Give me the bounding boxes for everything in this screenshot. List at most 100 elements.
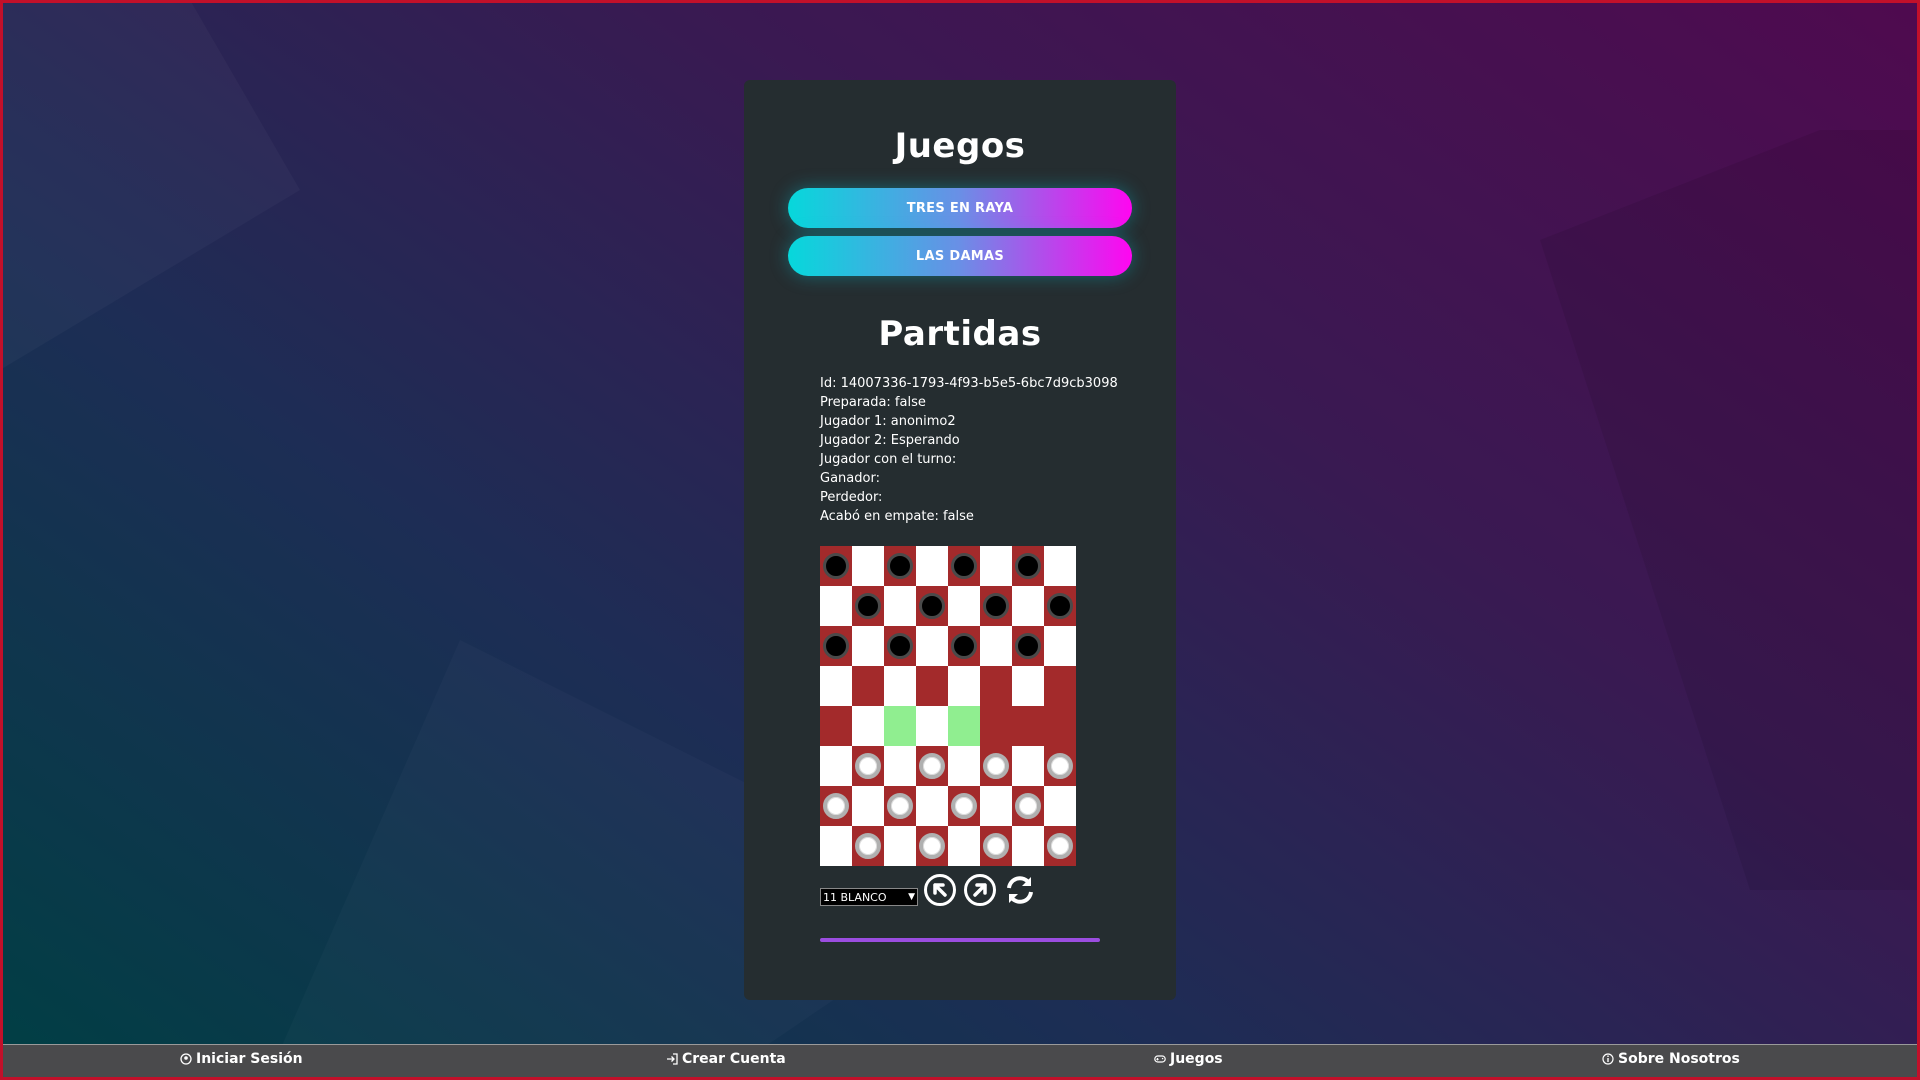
board-square[interactable] [1044,786,1076,826]
board-square[interactable] [884,786,916,826]
black-piece[interactable] [1047,593,1073,619]
board-square[interactable] [948,546,980,586]
board-square[interactable] [948,706,980,746]
board-square[interactable] [980,626,1012,666]
board-square[interactable] [1044,706,1076,746]
board-square[interactable] [948,786,980,826]
board-square[interactable] [916,786,948,826]
black-piece[interactable] [887,633,913,659]
board-square[interactable] [852,706,884,746]
white-piece[interactable] [855,833,881,859]
move-select[interactable]: 11 BLANCO ▼ [820,888,918,906]
board-square[interactable] [884,746,916,786]
board-square[interactable] [884,626,916,666]
white-piece[interactable] [1047,833,1073,859]
board-square[interactable] [1044,586,1076,626]
nav-login[interactable]: Iniciar Sesión [180,1051,303,1067]
nav-about-us[interactable]: Sobre Nosotros [1602,1051,1740,1067]
board-square[interactable] [916,706,948,746]
black-piece[interactable] [823,553,849,579]
board-square[interactable] [852,586,884,626]
board-square[interactable] [820,826,852,866]
las-damas-button[interactable]: LAS DAMAS [788,236,1132,276]
board-square[interactable] [1044,746,1076,786]
nav-games[interactable]: Juegos [1154,1051,1223,1067]
board-square[interactable] [820,666,852,706]
board-square[interactable] [980,826,1012,866]
board-square[interactable] [1012,546,1044,586]
board-square[interactable] [916,586,948,626]
white-piece[interactable] [823,793,849,819]
board-square[interactable] [948,666,980,706]
board-square[interactable] [820,546,852,586]
white-piece[interactable] [919,753,945,779]
board-square[interactable] [916,826,948,866]
board-square[interactable] [852,746,884,786]
white-piece[interactable] [887,793,913,819]
board-square[interactable] [884,826,916,866]
black-piece[interactable] [919,593,945,619]
white-piece[interactable] [1047,753,1073,779]
white-piece[interactable] [983,833,1009,859]
arrow-up-left-circle-icon[interactable] [922,872,958,908]
board-square[interactable] [1012,586,1044,626]
board-square[interactable] [1044,626,1076,666]
board-square[interactable] [916,666,948,706]
board-square[interactable] [1044,546,1076,586]
white-piece[interactable] [983,753,1009,779]
board-square[interactable] [820,786,852,826]
board-square[interactable] [1012,826,1044,866]
white-piece[interactable] [919,833,945,859]
black-piece[interactable] [855,593,881,619]
board-square[interactable] [980,746,1012,786]
board-square[interactable] [948,826,980,866]
board-square[interactable] [916,546,948,586]
board-square[interactable] [948,586,980,626]
match-id: Id: 14007336-1793-4f93-b5e5-6bc7d9cb3098 [820,376,1118,391]
black-piece[interactable] [1015,633,1041,659]
board-square[interactable] [1044,666,1076,706]
board-square[interactable] [1012,746,1044,786]
board-square[interactable] [980,706,1012,746]
board-square[interactable] [1012,666,1044,706]
board-square[interactable] [1044,826,1076,866]
board-square[interactable] [820,586,852,626]
board-square[interactable] [884,586,916,626]
board-square[interactable] [820,746,852,786]
board-square[interactable] [852,826,884,866]
board-square[interactable] [884,706,916,746]
tres-en-raya-button[interactable]: TRES EN RAYA [788,188,1132,228]
board-square[interactable] [820,706,852,746]
games-card: Juegos TRES EN RAYA LAS DAMAS Partidas I… [744,80,1176,1000]
board-square[interactable] [948,746,980,786]
black-piece[interactable] [1015,553,1041,579]
black-piece[interactable] [951,633,977,659]
nav-create-account[interactable]: Crear Cuenta [666,1051,786,1067]
board-square[interactable] [980,786,1012,826]
board-square[interactable] [820,626,852,666]
board-square[interactable] [1012,786,1044,826]
white-piece[interactable] [1015,793,1041,819]
white-piece[interactable] [951,793,977,819]
arrow-up-right-circle-icon[interactable] [962,872,998,908]
board-square[interactable] [980,546,1012,586]
board-square[interactable] [884,666,916,706]
black-piece[interactable] [887,553,913,579]
board-square[interactable] [948,626,980,666]
board-square[interactable] [852,626,884,666]
black-piece[interactable] [823,633,849,659]
refresh-icon[interactable] [1002,872,1038,908]
board-square[interactable] [1012,626,1044,666]
board-square[interactable] [852,666,884,706]
board-square[interactable] [884,546,916,586]
board-square[interactable] [852,786,884,826]
white-piece[interactable] [855,753,881,779]
board-square[interactable] [1012,706,1044,746]
board-square[interactable] [980,586,1012,626]
board-square[interactable] [916,626,948,666]
board-square[interactable] [916,746,948,786]
black-piece[interactable] [951,553,977,579]
black-piece[interactable] [983,593,1009,619]
board-square[interactable] [980,666,1012,706]
board-square[interactable] [852,546,884,586]
